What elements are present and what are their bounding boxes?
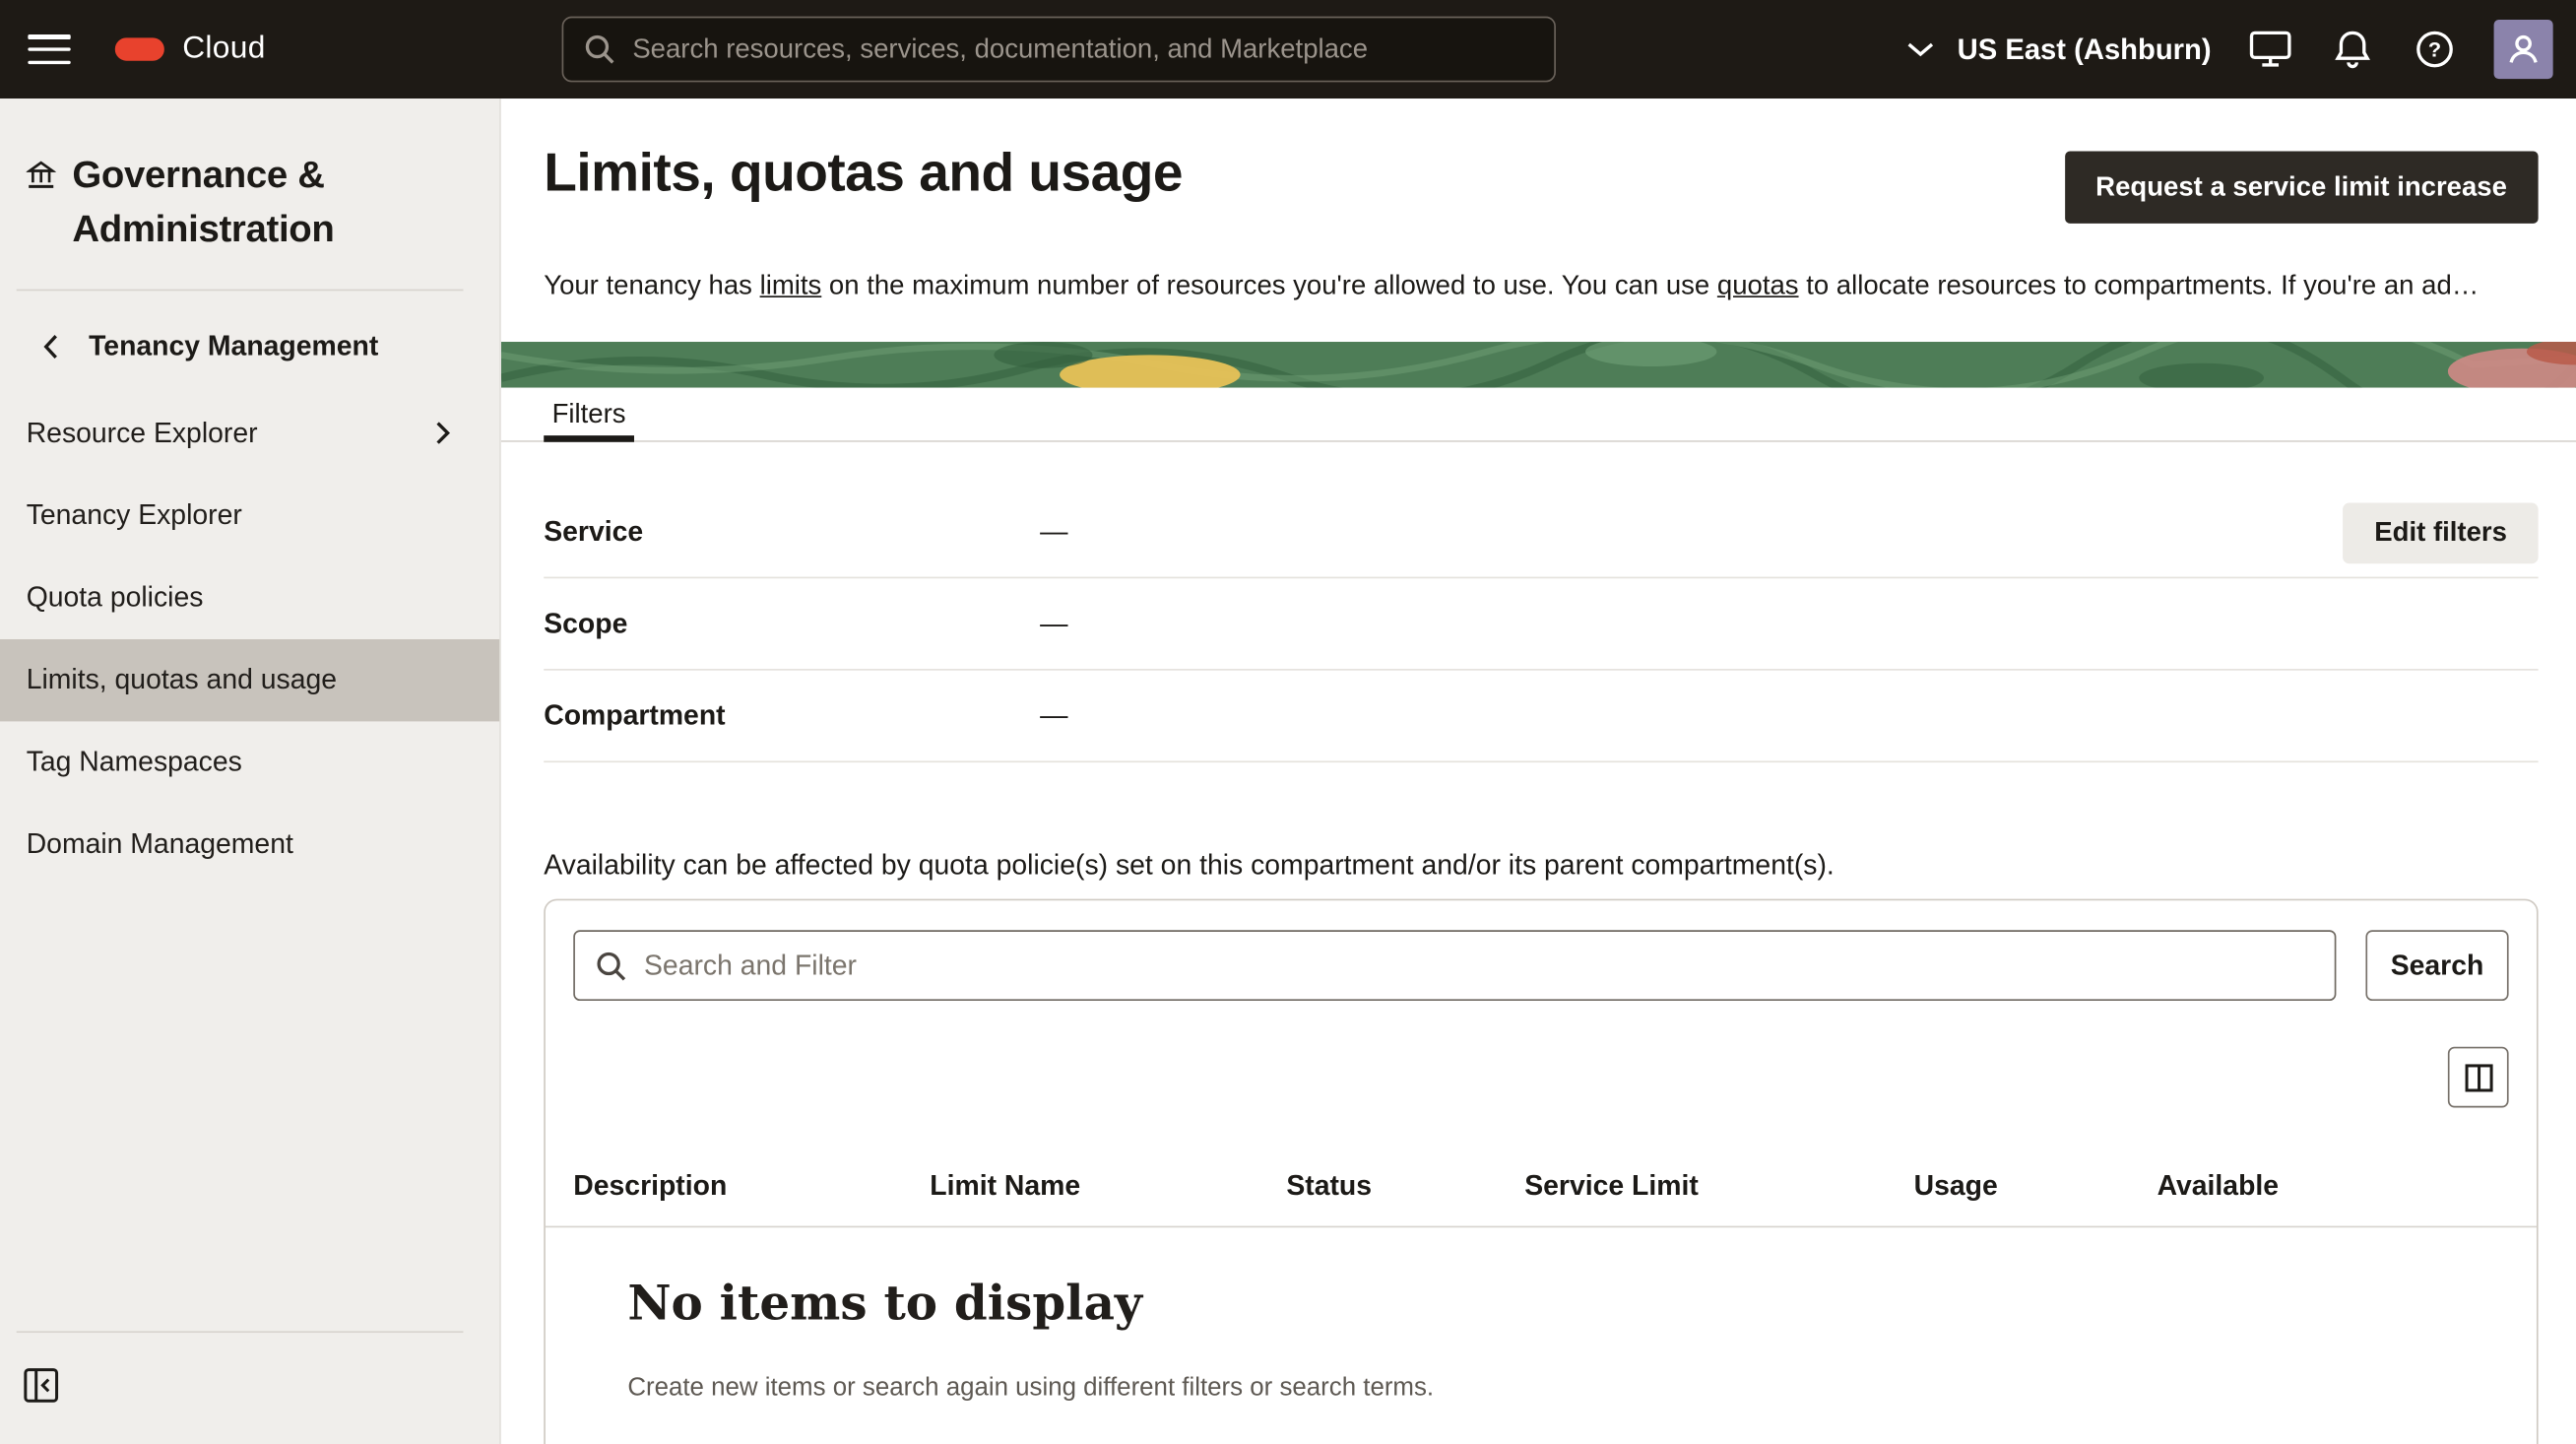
help-icon[interactable]: ? (2412, 27, 2458, 73)
intro-text: Your tenancy has limits on the maximum n… (544, 268, 2538, 304)
availability-note: Availability can be affected by quota po… (544, 850, 1835, 883)
region-label: US East (Ashburn) (1958, 33, 2212, 67)
intro-pre: Your tenancy has (544, 271, 759, 300)
global-search-input[interactable] (632, 33, 1534, 65)
intro-post: to allocate resources to compartments. I… (1799, 271, 2479, 300)
filter-summary: Service — Scope — Compartment — (544, 487, 2538, 762)
chevron-right-icon (435, 421, 450, 445)
column-header-available[interactable]: Available (2157, 1170, 2486, 1203)
sidebar-collapse-icon[interactable] (23, 1367, 62, 1407)
search-icon (583, 33, 615, 65)
intro-mid: on the maximum number of resources you'r… (821, 271, 1717, 300)
filter-value: — (1040, 699, 1067, 732)
sidebar-item-tenancy-explorer[interactable]: Tenancy Explorer (0, 475, 499, 557)
notifications-bell-icon[interactable] (2330, 27, 2376, 73)
column-header-usage[interactable]: Usage (1914, 1170, 2157, 1203)
edit-filters-button[interactable]: Edit filters (2344, 503, 2539, 564)
table-search-input[interactable] (644, 949, 2315, 981)
column-header-description[interactable]: Description (573, 1170, 930, 1203)
filter-label: Service (544, 515, 1040, 548)
sidebar-item-resource-explorer[interactable]: Resource Explorer (0, 393, 499, 475)
filter-value: — (1040, 515, 1067, 548)
column-settings-button[interactable] (2448, 1047, 2509, 1108)
search-button[interactable]: Search (2365, 930, 2508, 1001)
chevron-down-icon (1908, 41, 1935, 58)
empty-state-title: No items to display (627, 1276, 1142, 1332)
sidebar-item-quota-policies[interactable]: Quota policies (0, 558, 499, 639)
sidebar-item-label: Resource Explorer (27, 418, 258, 450)
filter-row-service: Service — (544, 487, 2538, 578)
column-header-status[interactable]: Status (1286, 1170, 1524, 1203)
sidebar-item-label: Domain Management (27, 828, 293, 861)
column-header-limit-name[interactable]: Limit Name (930, 1170, 1286, 1203)
sidebar-item-domain-management[interactable]: Domain Management (0, 804, 499, 886)
main-content: Limits, quotas and usage Request a servi… (501, 98, 2576, 1444)
sidebar-section-title: Governance & Administration (72, 148, 466, 256)
sidebar-item-tag-namespaces[interactable]: Tag Namespaces (0, 721, 499, 803)
brand-label: Cloud (182, 32, 266, 68)
empty-state-subtitle: Create new items or search again using d… (627, 1374, 1434, 1404)
limits-link[interactable]: limits (760, 271, 822, 300)
sidebar-parent-label: Tenancy Management (89, 330, 378, 362)
global-search[interactable] (562, 17, 1556, 83)
cloud-shell-icon[interactable] (2247, 27, 2293, 73)
governance-icon (27, 161, 56, 256)
filter-row-scope: Scope — (544, 578, 2538, 670)
tab-label: Filters (552, 399, 626, 430)
filter-label: Compartment (544, 699, 1040, 732)
sidebar-header: Governance & Administration (0, 98, 499, 256)
decorative-banner (501, 342, 2576, 388)
app-window: Cloud US East (Ashburn) ? (0, 0, 2576, 1444)
request-limit-increase-button[interactable]: Request a service limit increase (2064, 151, 2538, 223)
sidebar: Governance & Administration Tenancy Mana… (0, 98, 501, 1444)
sidebar-item-label: Limits, quotas and usage (27, 664, 337, 696)
oracle-logo-icon (115, 37, 164, 60)
sidebar-parent-tenancy-management[interactable]: Tenancy Management (0, 291, 499, 379)
sidebar-item-limits-quotas-usage[interactable]: Limits, quotas and usage (0, 639, 499, 721)
search-icon (595, 949, 627, 981)
filter-row-compartment: Compartment — (544, 671, 2538, 762)
sidebar-nav-list: Resource Explorer Tenancy Explorer Quota… (0, 393, 499, 886)
page-title: Limits, quotas and usage (544, 141, 1183, 203)
tab-filters[interactable]: Filters (544, 388, 634, 442)
table-search[interactable] (573, 930, 2336, 1001)
hamburger-menu-icon[interactable] (28, 34, 70, 64)
region-selector[interactable]: US East (Ashburn) (1908, 33, 2212, 67)
user-avatar[interactable] (2494, 20, 2553, 79)
table-header-row: Description Limit Name Status Service Li… (546, 1148, 2537, 1228)
panel-search-row: Search (573, 930, 2508, 1001)
quotas-link[interactable]: quotas (1717, 271, 1799, 300)
topbar: Cloud US East (Ashburn) ? (0, 0, 2576, 98)
chevron-left-icon (42, 334, 59, 361)
sidebar-item-label: Tag Namespaces (27, 746, 242, 778)
sidebar-item-label: Quota policies (27, 582, 204, 615)
sidebar-bottom-divider (17, 1331, 464, 1333)
filter-label: Scope (544, 607, 1040, 639)
tab-bar: Filters (501, 388, 2576, 442)
svg-text:?: ? (2428, 37, 2441, 62)
column-header-service-limit[interactable]: Service Limit (1524, 1170, 1913, 1203)
filter-value: — (1040, 607, 1067, 639)
brand[interactable]: Cloud (115, 32, 266, 68)
results-panel: Search Description Limit Name Status Ser… (544, 899, 2538, 1444)
topbar-right: US East (Ashburn) ? (1908, 0, 2553, 98)
sidebar-item-label: Tenancy Explorer (27, 499, 242, 532)
